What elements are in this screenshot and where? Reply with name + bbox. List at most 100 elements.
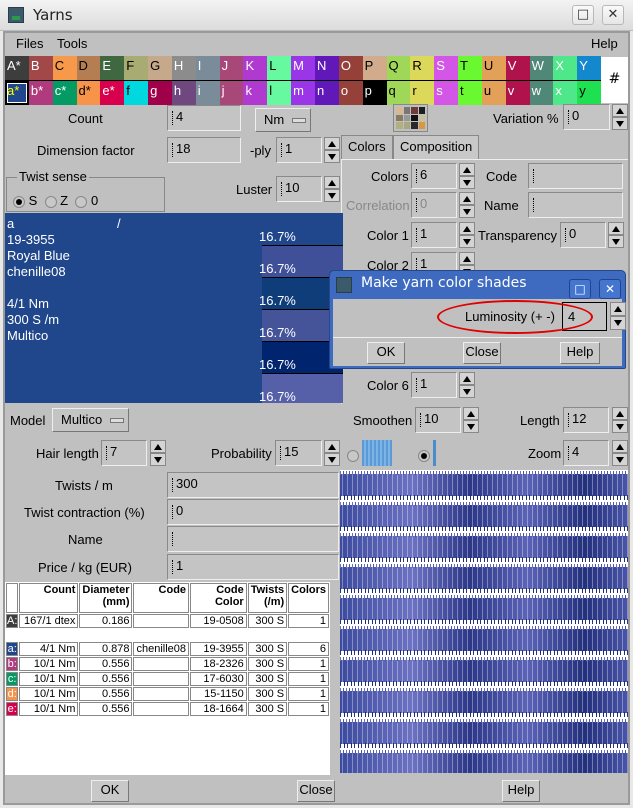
palette-swatch[interactable]: J xyxy=(219,56,244,80)
palette-swatch[interactable]: q xyxy=(386,81,411,105)
ply-input[interactable]: 1 xyxy=(276,137,322,163)
dialog-close-button[interactable]: ✕ xyxy=(599,279,621,299)
spin-up-icon[interactable] xyxy=(610,302,626,316)
palette-swatch[interactable]: s xyxy=(434,81,459,105)
palette-swatch[interactable]: D xyxy=(76,56,101,80)
help-button[interactable]: Help xyxy=(502,780,540,802)
probability-spinner[interactable] xyxy=(324,440,340,466)
color-thumbnail[interactable] xyxy=(393,104,428,132)
menu-tools[interactable]: Tools xyxy=(57,36,87,51)
palette-swatch[interactable]: F xyxy=(124,56,149,80)
palette-swatch[interactable]: y xyxy=(577,81,602,105)
palette-swatch[interactable]: V xyxy=(505,56,530,80)
count-input[interactable]: 4 xyxy=(167,105,241,131)
palette-swatch[interactable]: r xyxy=(410,81,435,105)
twist-z-radio[interactable] xyxy=(44,195,57,208)
column-header[interactable]: Diameter (mm) xyxy=(79,583,133,613)
palette-swatch[interactable]: N xyxy=(314,56,339,80)
spin-down-icon[interactable] xyxy=(324,453,340,466)
palette-swatch[interactable]: T xyxy=(458,56,482,80)
hair-length-spinner[interactable] xyxy=(150,440,166,466)
colors-count-input[interactable]: 6 xyxy=(411,163,457,189)
dimension-factor-input[interactable]: 18 xyxy=(167,137,241,163)
spin-up-icon[interactable] xyxy=(612,440,628,453)
ply-spinner[interactable] xyxy=(324,137,340,163)
correlation-input[interactable]: 0 xyxy=(411,192,457,218)
color1-input[interactable]: 1 xyxy=(411,222,457,248)
palette-swatch[interactable]: i xyxy=(195,81,220,105)
dialog-maximize-button[interactable]: □ xyxy=(569,279,591,299)
spin-down-icon[interactable] xyxy=(459,205,475,218)
column-header[interactable]: Twists (/m) xyxy=(247,583,288,613)
maximize-button[interactable]: □ xyxy=(572,5,594,25)
zoom-input[interactable]: 4 xyxy=(563,440,609,466)
close-button[interactable]: ✕ xyxy=(602,5,624,25)
dialog-ok-button[interactable]: OK xyxy=(367,342,405,364)
palette-swatch[interactable]: o xyxy=(338,81,363,105)
spin-down-icon[interactable] xyxy=(324,189,340,202)
palette-swatch[interactable]: j xyxy=(219,81,244,105)
palette-swatch[interactable]: p xyxy=(362,81,387,105)
palette-swatch[interactable]: d* xyxy=(76,81,101,105)
spin-down-icon[interactable] xyxy=(459,176,475,189)
palette-swatch[interactable]: G xyxy=(148,56,172,80)
column-header[interactable] xyxy=(6,583,19,613)
palette-swatch[interactable]: E xyxy=(100,56,125,80)
color6-spinner[interactable] xyxy=(459,372,475,398)
spin-up-icon[interactable] xyxy=(324,440,340,453)
name-input[interactable] xyxy=(528,192,623,218)
column-header[interactable]: Code Color xyxy=(190,583,247,613)
yarn-name-input[interactable] xyxy=(167,526,339,552)
palette-swatch[interactable]: f xyxy=(124,81,149,105)
smoothen-spinner[interactable] xyxy=(463,407,479,433)
spin-down-icon[interactable] xyxy=(459,385,475,398)
zoom-spinner[interactable] xyxy=(612,440,628,466)
palette-hash[interactable]: # xyxy=(601,57,628,103)
spin-down-icon[interactable] xyxy=(150,453,166,466)
dialog-help-button[interactable]: Help xyxy=(560,342,600,364)
hair-length-input[interactable]: 7 xyxy=(101,440,147,466)
variation-spinner[interactable] xyxy=(612,104,628,130)
palette-swatch[interactable]: C xyxy=(52,56,77,80)
spin-down-icon[interactable] xyxy=(459,235,475,248)
view-line-radio[interactable] xyxy=(417,449,430,462)
spin-up-icon[interactable] xyxy=(459,163,475,176)
palette-swatch[interactable]: K xyxy=(243,56,268,80)
palette-swatch[interactable]: R xyxy=(410,56,435,80)
length-input[interactable]: 12 xyxy=(563,407,609,433)
transparency-input[interactable]: 0 xyxy=(560,222,606,248)
palette-swatch[interactable]: S xyxy=(434,56,459,80)
table-row[interactable]: b: 10/1 Nm 0.556 18-2326 300 S1 xyxy=(6,657,329,671)
column-header[interactable]: Count xyxy=(19,583,79,613)
palette-swatch[interactable]: m xyxy=(291,81,315,105)
color1-spinner[interactable] xyxy=(459,222,475,248)
palette-swatch[interactable]: n xyxy=(314,81,339,105)
palette-swatch[interactable]: c* xyxy=(52,81,77,105)
price-input[interactable]: 1 xyxy=(167,554,339,580)
palette-swatch[interactable]: l xyxy=(267,81,292,105)
palette-swatch[interactable]: I xyxy=(195,56,220,80)
spin-up-icon[interactable] xyxy=(324,176,340,189)
menu-files[interactable]: Files xyxy=(16,36,43,51)
luster-input[interactable]: 10 xyxy=(276,176,322,202)
spin-down-icon[interactable] xyxy=(463,420,479,433)
menu-help[interactable]: Help xyxy=(591,36,618,51)
palette-swatch[interactable]: W xyxy=(529,56,554,80)
palette-swatch[interactable]: w xyxy=(529,81,554,105)
palette-swatch[interactable]: g xyxy=(148,81,172,105)
palette-swatch[interactable]: h xyxy=(171,81,196,105)
variation-input[interactable]: 0 xyxy=(563,104,610,130)
spin-up-icon[interactable] xyxy=(150,440,166,453)
spin-up-icon[interactable] xyxy=(612,104,628,117)
twist-s-radio[interactable] xyxy=(13,195,25,208)
palette-swatch[interactable]: P xyxy=(362,56,387,80)
spin-down-icon[interactable] xyxy=(612,117,628,130)
probability-input[interactable]: 15 xyxy=(275,440,322,466)
spin-up-icon[interactable] xyxy=(463,407,479,420)
smoothen-input[interactable]: 10 xyxy=(415,407,461,433)
code-input[interactable] xyxy=(528,163,623,189)
palette-swatch[interactable]: O xyxy=(338,56,363,80)
spin-down-icon[interactable] xyxy=(612,420,628,433)
palette-swatch[interactable]: B xyxy=(28,56,53,80)
palette-swatch[interactable]: A* xyxy=(5,56,29,80)
